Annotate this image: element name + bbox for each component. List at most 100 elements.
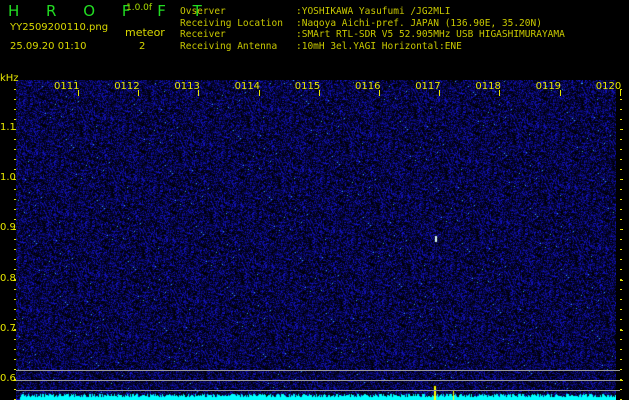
y-minor-tick (14, 229, 16, 230)
y-minor-tick-right (620, 319, 622, 320)
y-minor-tick-right (620, 209, 622, 210)
y-minor-tick-right (620, 299, 622, 300)
y-minor-tick-right (620, 159, 622, 160)
time-tick (439, 90, 441, 96)
y-minor-tick (14, 219, 16, 220)
y-minor-tick-right (620, 309, 622, 310)
count-label: meteor (125, 26, 165, 39)
y-minor-tick (14, 329, 16, 330)
y-minor-tick (14, 259, 16, 260)
y-minor-tick (14, 289, 16, 290)
y-minor-tick (14, 269, 16, 270)
y-minor-tick (14, 159, 16, 160)
time-label: 0120 (595, 81, 622, 92)
time-label: 0115 (294, 81, 321, 92)
y-minor-tick-right (620, 139, 622, 140)
y-minor-tick (14, 249, 16, 250)
time-label: 0118 (475, 81, 501, 92)
info-row: Ovserver :YOSHIKAWA Yasufumi /JG2MLI (180, 6, 629, 17)
station-info: Ovserver :YOSHIKAWA Yasufumi /JG2MLI Rece… (180, 0, 629, 60)
time-tick (499, 90, 501, 96)
y-minor-tick-right (620, 219, 622, 220)
y-minor-tick-right (620, 89, 622, 90)
time-tick (198, 90, 200, 96)
info-value: :SMArt RTL-SDR V5 52.905MHz USB HIGASHIM… (296, 29, 565, 40)
reference-line (16, 390, 620, 391)
time-label: 0111 (54, 81, 80, 92)
reference-line (16, 370, 620, 371)
time-label: 0119 (535, 81, 562, 92)
y-minor-tick-right (620, 229, 622, 230)
y-minor-tick-right (620, 109, 622, 110)
info-key: Ovserver (180, 6, 226, 17)
filename: YY2509200110.png (10, 22, 109, 33)
y-minor-tick-right (620, 359, 622, 360)
y-minor-tick (14, 359, 16, 360)
time-label: 0113 (174, 81, 200, 92)
y-minor-tick-right (620, 149, 622, 150)
info-value: :Naqoya Aichi-pref. JAPAN (136.90E, 35.2… (296, 17, 542, 29)
time-tick (379, 90, 380, 96)
y-minor-tick-right (620, 389, 622, 390)
y-minor-tick (14, 169, 16, 170)
time-tick (318, 90, 320, 96)
info-row: Receiving Antenna :10mH 3el.YAGI Horizont… (180, 41, 629, 52)
info-value: :YOSHIKAWA Yasufumi /JG2MLI (296, 6, 451, 17)
unit-label: kHz (0, 73, 19, 84)
y-minor-tick-right (620, 269, 622, 270)
time-tick (78, 90, 79, 96)
info-key: Receiving Antenna (180, 40, 278, 52)
y-minor-tick (14, 309, 16, 310)
y-minor-tick (14, 99, 16, 100)
y-minor-tick (14, 89, 16, 90)
info-key: Receiver (180, 29, 226, 40)
time-label: 0116 (355, 81, 381, 92)
info-row: Receiving Location :Naqoya Aichi-pref. JA… (180, 18, 629, 29)
y-label: 1.1 (0, 122, 16, 133)
time-tick (619, 90, 621, 96)
time-tick (559, 90, 561, 96)
time-label: 0112 (114, 81, 140, 92)
y-minor-tick-right (620, 339, 622, 340)
time-tick (258, 90, 260, 96)
y-minor-tick-right (620, 379, 622, 380)
y-minor-tick (14, 339, 16, 340)
y-minor-tick (14, 139, 16, 140)
y-minor-tick (14, 179, 16, 180)
y-minor-tick (14, 199, 16, 200)
y-minor-tick (14, 149, 16, 150)
time-tick (138, 90, 140, 96)
info-key: Receiving Location (180, 17, 283, 29)
info-value: :10mH 3el.YAGI Horizontal:ENE (296, 40, 462, 52)
datetime: 25.09.20 01:10 (10, 41, 87, 52)
y-minor-tick (14, 129, 16, 130)
count-value: 2 (139, 41, 146, 52)
y-tick-right (620, 380, 623, 381)
y-minor-tick (14, 279, 16, 280)
y-minor-tick (14, 239, 16, 240)
y-minor-tick (14, 349, 16, 350)
y-minor-tick-right (620, 329, 622, 330)
y-minor-tick-right (620, 279, 622, 280)
y-label: 1.0 (0, 172, 16, 184)
y-minor-tick-right (620, 169, 622, 170)
y-label: 0.9 (0, 222, 16, 234)
y-minor-tick-right (620, 119, 622, 120)
time-label: 0117 (415, 81, 441, 92)
y-minor-tick-right (620, 369, 622, 370)
y-minor-tick-right (620, 99, 622, 100)
y-minor-tick-right (620, 199, 622, 200)
y-minor-tick-right (620, 249, 622, 250)
version: 1.0.0f (126, 3, 153, 13)
y-minor-tick-right (620, 129, 622, 130)
y-minor-tick-right (620, 289, 622, 290)
y-minor-tick-right (620, 179, 622, 180)
y-minor-tick-right (620, 189, 622, 190)
spectrogram (16, 80, 616, 400)
y-minor-tick (14, 119, 16, 120)
y-minor-tick (14, 299, 16, 300)
y-minor-tick-right (620, 349, 622, 350)
y-minor-tick (14, 319, 16, 320)
info-row: Receiver :SMArt RTL-SDR V5 52.905MHz USB … (180, 29, 629, 40)
y-minor-tick-right (620, 239, 622, 240)
